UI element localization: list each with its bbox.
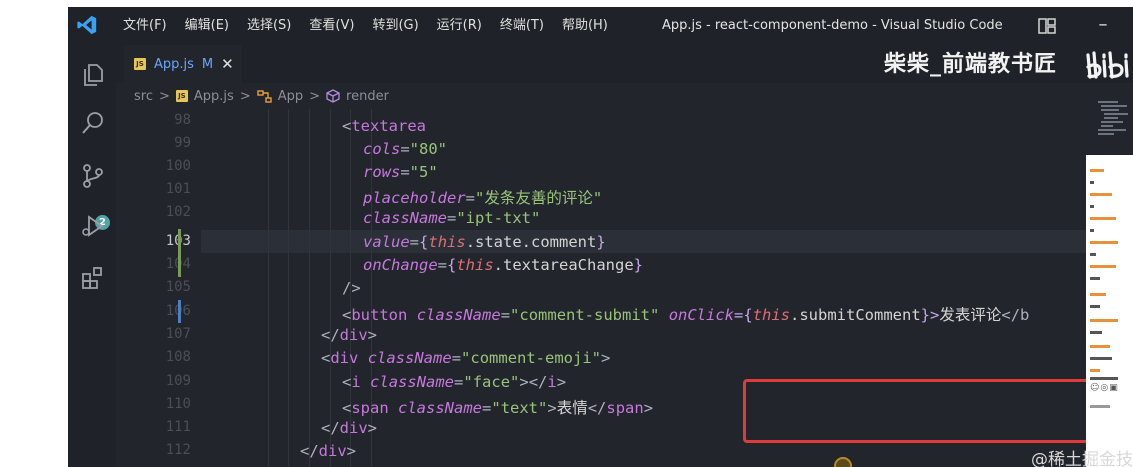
extensions-icon[interactable] bbox=[80, 265, 106, 291]
indent-guide bbox=[330, 109, 331, 467]
menu-bar: 文件(F) 编辑(E) 选择(S) 查看(V) 转到(G) 运行(R) 终端(T… bbox=[114, 7, 617, 45]
code-line-99: cols="80" bbox=[363, 140, 447, 158]
browser-preview-panel: ☺◎▣ bbox=[1086, 155, 1133, 467]
code-line-103: value={this.state.comment} bbox=[363, 233, 606, 251]
breadcrumb-class[interactable]: App bbox=[278, 89, 303, 104]
vscode-logo-icon bbox=[77, 15, 97, 35]
vscode-window: 文件(F) 编辑(E) 选择(S) 查看(V) 转到(G) 运行(R) 终端(T… bbox=[68, 7, 1133, 467]
indent-guide bbox=[309, 109, 310, 467]
breadcrumb-separator: > bbox=[309, 88, 321, 104]
current-line-highlight bbox=[201, 230, 1086, 253]
menu-help[interactable]: 帮助(H) bbox=[553, 7, 617, 45]
line-number: 99 bbox=[174, 135, 191, 151]
line-number: 108 bbox=[165, 349, 191, 365]
line-number: 106 bbox=[141, 303, 191, 319]
menu-file[interactable]: 文件(F) bbox=[114, 7, 176, 45]
line-number: 112 bbox=[165, 442, 191, 458]
code-line-98: <textarea bbox=[342, 117, 426, 135]
minimap[interactable] bbox=[1098, 101, 1133, 151]
breadcrumb-separator: > bbox=[239, 88, 251, 104]
line-number: 105 bbox=[165, 279, 191, 295]
breadcrumb-separator: > bbox=[158, 88, 170, 104]
line-number: 101 bbox=[165, 181, 191, 197]
site-watermark: @稀土掘金技术社区 bbox=[1031, 450, 1133, 467]
line-number: 100 bbox=[165, 158, 191, 174]
window-title: App.js - react-component-demo - Visual S… bbox=[662, 18, 1003, 33]
tab-app-js[interactable]: JS App.js M ✕ bbox=[124, 45, 242, 83]
code-editor[interactable]: 98 99 100 101 102 103 104 105 106 107 10… bbox=[116, 109, 1086, 467]
breadcrumb: src > JS App.js > App > render bbox=[134, 83, 389, 109]
search-icon[interactable] bbox=[80, 110, 106, 136]
line-number: 110 bbox=[165, 396, 191, 412]
menu-edit[interactable]: 编辑(E) bbox=[176, 7, 238, 45]
breadcrumb-src[interactable]: src bbox=[134, 89, 153, 104]
line-number: 102 bbox=[165, 204, 191, 220]
line-number: 98 bbox=[174, 112, 191, 128]
indent-guide bbox=[268, 109, 269, 467]
title-bar: 文件(F) 编辑(E) 选择(S) 查看(V) 转到(G) 运行(R) 终端(T… bbox=[68, 7, 1133, 45]
source-control-icon[interactable] bbox=[80, 163, 106, 189]
menu-run[interactable]: 运行(R) bbox=[428, 7, 491, 45]
line-number: 107 bbox=[165, 326, 191, 342]
author-watermark: 柴柴_前端教书匠 bbox=[884, 52, 1058, 77]
line-number: 109 bbox=[165, 373, 191, 389]
run-debug-icon[interactable] bbox=[80, 213, 106, 239]
code-line-102: className="ipt-txt" bbox=[363, 209, 541, 227]
line-number: 111 bbox=[165, 419, 191, 435]
code-line-111: </div> bbox=[321, 419, 378, 437]
code-line-105: /> bbox=[342, 279, 361, 297]
bilibili-logo-icon bbox=[1086, 51, 1129, 79]
menu-selection[interactable]: 选择(S) bbox=[238, 7, 300, 45]
code-line-109: <i className="face"></i> bbox=[342, 373, 567, 391]
code-line-100: rows="5" bbox=[363, 163, 438, 181]
code-line-107: </div> bbox=[321, 326, 378, 344]
code-line-101: placeholder="发条友善的评论" bbox=[363, 189, 603, 207]
minimize-button[interactable]: – bbox=[1088, 7, 1118, 45]
line-number-gutter: 98 99 100 101 102 103 104 105 106 107 10… bbox=[116, 109, 196, 467]
breadcrumb-method[interactable]: render bbox=[346, 89, 389, 104]
git-modified-marker bbox=[178, 229, 181, 277]
activity-bar: 2 bbox=[68, 45, 116, 467]
annotation-highlight-box bbox=[743, 379, 1086, 443]
breadcrumb-file[interactable]: App.js bbox=[194, 89, 234, 104]
code-line-108: <div className="comment-emoji"> bbox=[321, 349, 611, 367]
line-number: 104 bbox=[141, 256, 191, 272]
line-number-active: 103 bbox=[141, 233, 191, 249]
git-changed-marker bbox=[178, 300, 181, 323]
menu-terminal[interactable]: 终端(T) bbox=[491, 7, 553, 45]
tab-modified-marker: M bbox=[201, 56, 214, 72]
code-line-106: <button className="comment-submit" onCli… bbox=[342, 306, 1030, 324]
menu-view[interactable]: 查看(V) bbox=[300, 7, 363, 45]
method-symbol-icon bbox=[326, 89, 340, 103]
indent-guide bbox=[288, 109, 289, 467]
class-symbol-icon bbox=[257, 89, 272, 103]
menu-go[interactable]: 转到(G) bbox=[363, 7, 427, 45]
code-line-110: <span className="text">表情</span> bbox=[342, 399, 654, 417]
layout-icon[interactable] bbox=[1038, 17, 1056, 35]
code-line-104: onChange={this.textareaChange} bbox=[363, 256, 643, 274]
tab-label: App.js bbox=[154, 56, 194, 72]
tab-close-icon[interactable]: ✕ bbox=[221, 55, 234, 73]
js-file-icon: JS bbox=[134, 58, 146, 70]
mouse-cursor-indicator bbox=[834, 457, 852, 467]
js-file-icon: JS bbox=[175, 90, 188, 102]
preview-emoji-icons: ☺◎▣ bbox=[1090, 383, 1119, 393]
files-icon[interactable] bbox=[80, 62, 106, 88]
code-line-112: </div> bbox=[300, 442, 357, 460]
